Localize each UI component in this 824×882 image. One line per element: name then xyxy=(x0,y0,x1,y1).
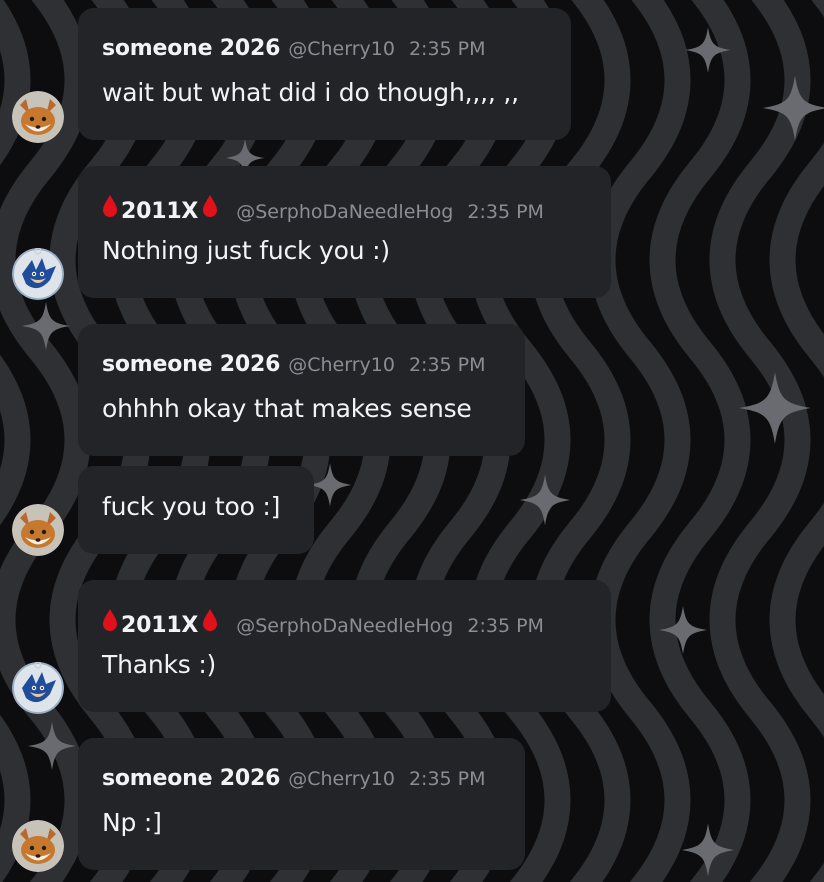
author-handle[interactable]: @SerphoDaNeedleHog xyxy=(236,615,453,637)
message-bubble[interactable]: fuck you too :] xyxy=(78,466,314,554)
message-timestamp: 2:35 PM xyxy=(408,354,486,376)
author-handle[interactable]: @Cherry10 xyxy=(288,768,395,790)
blood-drop-icon xyxy=(103,609,117,631)
message-timestamp: 2:35 PM xyxy=(408,38,486,60)
message-timestamp: 2:35 PM xyxy=(408,768,486,790)
message-text: wait but what did i do though,,,, ,, xyxy=(102,78,519,107)
author-name[interactable]: someone 2026 xyxy=(102,36,280,61)
message-text: ohhhh okay that makes sense xyxy=(102,394,472,423)
blood-drop-icon xyxy=(203,609,218,631)
blue-hedgehog-avatar-icon[interactable] xyxy=(12,662,64,714)
message-bubble[interactable]: someone 2026 @Cherry10 2:35 PM ohhhh oka… xyxy=(78,324,525,456)
author-name[interactable]: 2011X xyxy=(121,613,198,638)
message-bubble[interactable]: someone 2026 @Cherry10 2:35 PM Np :] xyxy=(78,738,525,870)
blue-hedgehog-avatar-icon[interactable] xyxy=(12,248,64,300)
fox-avatar-icon[interactable] xyxy=(12,91,64,143)
author-name[interactable]: 2011X xyxy=(121,199,198,224)
message-text: Np :] xyxy=(102,808,162,837)
message-text: fuck you too :] xyxy=(102,492,281,521)
blood-drop-icon xyxy=(103,195,117,217)
message-text: Nothing just fuck you :) xyxy=(102,236,390,265)
message-feed: someone 2026 @Cherry10 2:35 PM wait but … xyxy=(0,0,824,882)
message-bubble[interactable]: 2011X @SerphoDaNeedleHog 2:35 PM Nothing… xyxy=(78,166,611,298)
message-text: Thanks :) xyxy=(102,650,217,679)
fox-avatar-icon[interactable] xyxy=(12,820,64,872)
blood-drop-icon xyxy=(203,195,218,217)
author-handle[interactable]: @Cherry10 xyxy=(288,38,395,60)
message-timestamp: 2:35 PM xyxy=(467,201,544,223)
fox-avatar-icon[interactable] xyxy=(12,504,64,556)
author-name[interactable]: someone 2026 xyxy=(102,766,280,791)
message-bubble[interactable]: someone 2026 @Cherry10 2:35 PM wait but … xyxy=(78,8,571,140)
author-handle[interactable]: @Cherry10 xyxy=(288,354,395,376)
author-handle[interactable]: @SerphoDaNeedleHog xyxy=(236,201,453,223)
message-bubble[interactable]: 2011X @SerphoDaNeedleHog 2:35 PM Thanks … xyxy=(78,580,611,712)
message-timestamp: 2:35 PM xyxy=(467,615,544,637)
author-name[interactable]: someone 2026 xyxy=(102,352,280,377)
